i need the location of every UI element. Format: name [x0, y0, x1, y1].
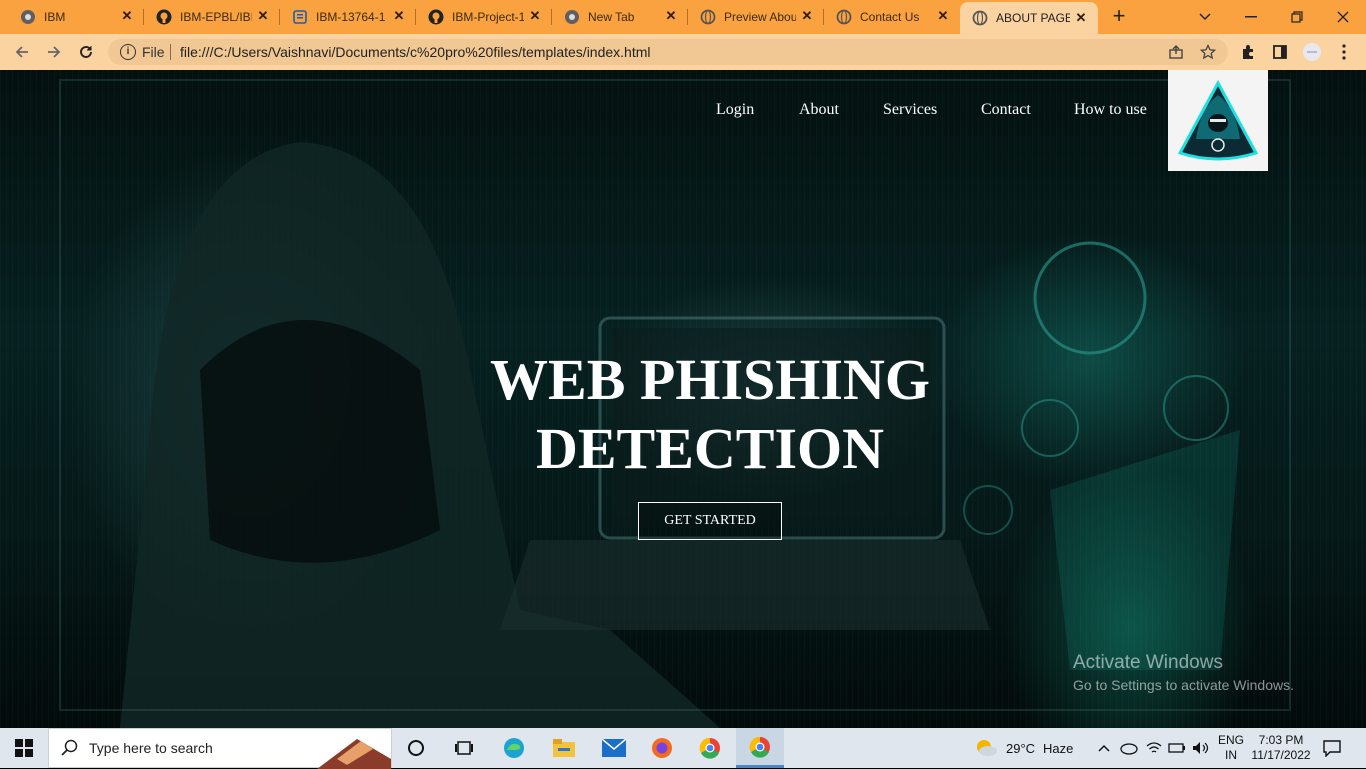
doc-icon [292, 9, 308, 25]
file-explorer-icon[interactable] [540, 728, 588, 768]
language-indicator[interactable]: ENG IN [1218, 728, 1244, 768]
browser-tab[interactable]: IBM-Project-1 ✕ [416, 0, 552, 34]
taskbar-search-box[interactable]: Type here to search [48, 728, 392, 769]
tab-title: IBM-13764-1 [316, 10, 386, 24]
battery-icon[interactable] [1168, 728, 1186, 768]
tab-title: IBM [44, 10, 66, 24]
chrome-icon [20, 9, 36, 25]
close-icon[interactable]: ✕ [664, 9, 678, 23]
tab-title: IBM-Project-1 [452, 10, 524, 24]
activate-windows-title: Activate Windows [1073, 652, 1223, 673]
minimize-button[interactable] [1228, 0, 1274, 34]
chrome-orange-taskbar-icon[interactable] [736, 728, 784, 768]
new-tab-button[interactable]: + [1108, 5, 1130, 28]
search-placeholder: Type here to search [89, 740, 213, 756]
windows-taskbar: Type here to search 29°C Haze ENG IN 7:0… [0, 728, 1366, 769]
close-icon[interactable]: ✕ [800, 9, 814, 23]
chrome-icon [564, 9, 580, 25]
edge-icon[interactable] [490, 728, 538, 768]
task-view-icon[interactable] [440, 728, 488, 768]
activate-windows-subtitle: Go to Settings to activate Windows. [1073, 677, 1294, 693]
chrome-taskbar-icon[interactable] [686, 728, 734, 768]
search-icon [61, 739, 78, 756]
mail-icon[interactable] [590, 728, 638, 768]
browser-tab[interactable]: Contact Us ✕ [824, 0, 960, 34]
address-divider [170, 44, 171, 60]
tab-title: New Tab [588, 10, 635, 24]
info-icon[interactable]: i [120, 44, 136, 60]
weather-condition: Haze [1043, 740, 1074, 756]
forward-button[interactable] [44, 42, 64, 62]
bookmark-star-icon[interactable] [1198, 42, 1218, 62]
get-started-button[interactable]: GET STARTED [638, 502, 782, 540]
tab-title: IBM-EPBL/IBM [180, 10, 252, 24]
hero-title-line2: DETECTION [535, 416, 885, 481]
close-icon[interactable]: ✕ [120, 9, 134, 23]
windows-logo-icon [15, 739, 33, 757]
address-bar[interactable]: i File file:///C:/Users/Vaishnavi/Docume… [108, 39, 1228, 65]
globe-icon [972, 10, 988, 26]
cortana-icon[interactable] [392, 728, 440, 768]
onedrive-icon[interactable] [1120, 728, 1138, 768]
menu-kebab-icon[interactable] [1334, 42, 1354, 62]
browser-toolbar: i File file:///C:/Users/Vaishnavi/Docume… [0, 34, 1366, 70]
close-icon[interactable]: ✕ [936, 9, 950, 23]
clock-date: 11/17/2022 [1251, 748, 1311, 762]
nav-contact[interactable]: Contact [981, 101, 1031, 119]
browser-tab[interactable]: Preview Abou ✕ [688, 0, 824, 34]
weather-widget[interactable]: 29°C Haze [974, 728, 1073, 768]
close-window-button[interactable] [1320, 0, 1366, 34]
nav-services[interactable]: Services [883, 101, 937, 119]
restore-button[interactable] [1274, 0, 1320, 34]
clock-time: 7:03 PM [1258, 733, 1304, 747]
volume-icon[interactable] [1192, 728, 1210, 768]
browser-tab[interactable]: IBM-EPBL/IBM ✕ [144, 0, 280, 34]
weather-temp: 29°C [1006, 740, 1036, 756]
site-logo[interactable] [1168, 70, 1268, 171]
close-icon[interactable]: ✕ [392, 9, 406, 23]
nav-how-to-use[interactable]: How to use [1074, 101, 1147, 119]
hero-title: WEB PHISHING DETECTION [410, 345, 1010, 483]
tab-search-icon[interactable] [1182, 0, 1228, 34]
back-button[interactable] [12, 42, 32, 62]
side-panel-icon[interactable] [1270, 42, 1290, 62]
github-icon [156, 9, 172, 25]
tab-title: Contact Us [860, 10, 920, 24]
notifications-icon[interactable] [1322, 728, 1342, 768]
start-button[interactable] [0, 728, 48, 768]
hero-title-line1: WEB PHISHING [490, 347, 930, 412]
system-clock[interactable]: 7:03 PM 11/17/2022 [1250, 728, 1312, 768]
extensions-icon[interactable] [1238, 42, 1258, 62]
browser-tab[interactable]: New Tab ✕ [552, 0, 688, 34]
nav-about[interactable]: About [799, 101, 839, 119]
close-icon[interactable]: ✕ [528, 9, 542, 23]
language-code: ENG [1218, 733, 1245, 747]
profile-avatar[interactable] [1302, 42, 1322, 62]
language-region: IN [1225, 748, 1237, 762]
share-icon[interactable] [1166, 42, 1186, 62]
hooded-hacker-logo-icon [1177, 79, 1259, 160]
wifi-icon[interactable] [1146, 728, 1162, 768]
github-icon [428, 9, 444, 25]
globe-icon [700, 9, 716, 25]
address-scheme: File [142, 44, 165, 60]
close-icon[interactable]: ✕ [1074, 11, 1088, 25]
hero-section: Login About Services Contact How to use … [0, 70, 1366, 728]
browser-tab[interactable]: IBM ✕ [0, 0, 144, 34]
firefox-icon[interactable] [638, 728, 686, 768]
browser-tab[interactable]: IBM-13764-1 ✕ [280, 0, 416, 34]
tab-title: Preview Abou [724, 10, 796, 24]
browser-tab-active[interactable]: ABOUT PAGE ✕ [960, 2, 1098, 34]
globe-icon [836, 9, 852, 25]
weather-haze-icon [977, 740, 997, 756]
close-icon[interactable]: ✕ [256, 9, 270, 23]
browser-tab-bar: IBM ✕ IBM-EPBL/IBM ✕ IBM-13764-1 ✕ IBM-P… [0, 0, 1366, 34]
nav-login[interactable]: Login [716, 101, 754, 119]
show-hidden-icons-icon[interactable] [1098, 728, 1110, 768]
tab-title: ABOUT PAGE [996, 11, 1070, 25]
address-url[interactable]: file:///C:/Users/Vaishnavi/Documents/c%2… [180, 44, 651, 60]
search-highlight-illustration-icon [317, 739, 391, 769]
reload-button[interactable] [76, 42, 96, 62]
